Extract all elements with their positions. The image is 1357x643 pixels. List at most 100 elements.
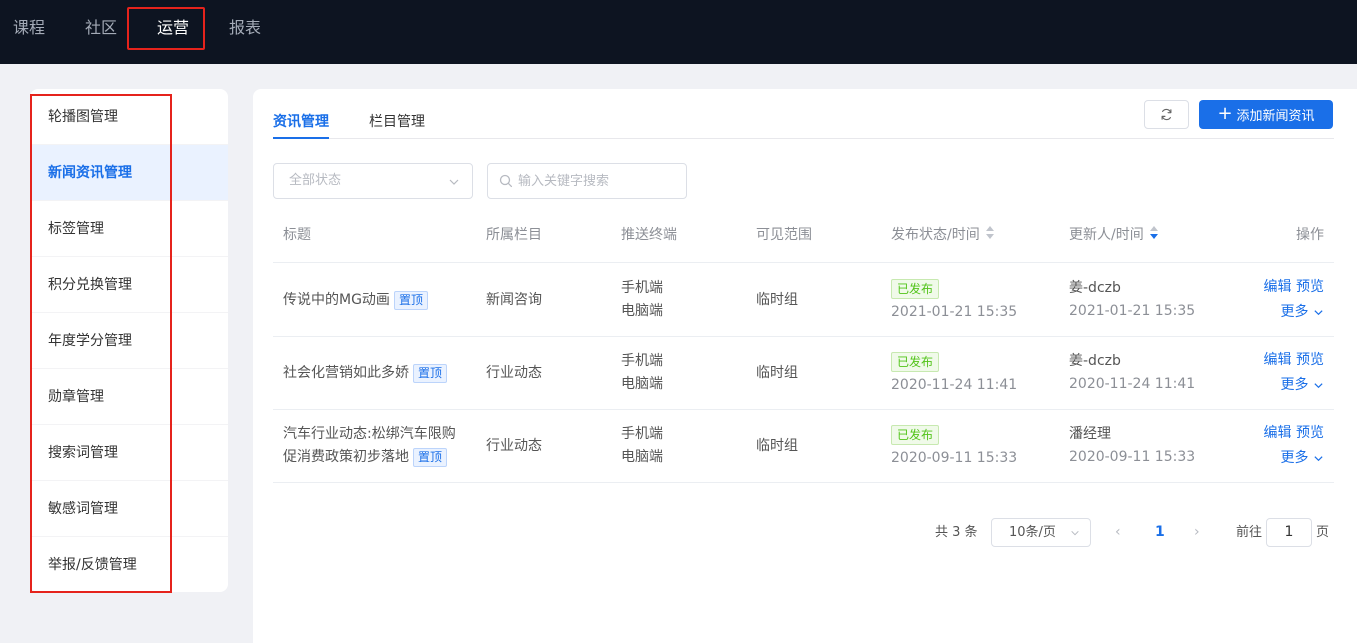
pagination-total: 共 3 条: [935, 525, 978, 540]
row-column: 新闻咨询: [486, 292, 542, 308]
sort-icon[interactable]: [985, 226, 994, 240]
updater-name: 潘经理: [1069, 426, 1111, 442]
row-title[interactable]: 传说中的MG动画 置顶: [283, 289, 428, 312]
publish-time: 2020-09-11 15:33: [891, 450, 1018, 466]
update-time: 2020-11-24 11:41: [1069, 376, 1196, 392]
row-terminals: 手机端 电脑端: [621, 350, 663, 396]
more-link[interactable]: 更多: [1281, 377, 1309, 393]
terminal-mobile: 手机端: [621, 426, 663, 442]
page-size-select[interactable]: 10条/页: [991, 518, 1091, 547]
goto-page-input[interactable]: 1: [1266, 518, 1312, 547]
pinned-tag: 置顶: [413, 363, 448, 383]
sidebar-item-carousel[interactable]: 轮播图管理: [30, 89, 228, 145]
row-updater: 姜-dczb 2020-11-24 11:41: [1069, 350, 1195, 396]
row-scope: 临时组: [756, 292, 798, 308]
row-publish: 已发布 2020-11-24 11:41: [891, 351, 1017, 397]
nav-highlight-box: [127, 7, 205, 50]
row-actions: 编辑 预览 更多: [1264, 421, 1324, 471]
sidebar-item-search-words[interactable]: 搜索词管理: [30, 425, 228, 481]
pinned-tag: 置顶: [413, 447, 448, 467]
terminal-mobile: 手机端: [621, 353, 663, 369]
publish-time: 2021-01-21 15:35: [891, 304, 1018, 320]
prev-page-button[interactable]: ‹: [1115, 518, 1121, 547]
header-scope: 可见范围: [756, 227, 812, 243]
terminal-mobile: 手机端: [621, 280, 663, 296]
edit-link[interactable]: 编辑: [1264, 352, 1292, 368]
row-updater: 姜-dczb 2021-01-21 15:35: [1069, 277, 1195, 323]
nav-item-reports[interactable]: 报表: [229, 17, 261, 39]
row-title-text: 汽车行业动态:松绑汽车限购: [283, 426, 456, 442]
nav-item-community[interactable]: 社区: [85, 17, 117, 39]
tab-news[interactable]: 资讯管理: [273, 111, 329, 131]
row-scope: 临时组: [756, 365, 798, 381]
tab-columns[interactable]: 栏目管理: [369, 111, 425, 131]
page-size-value: 10条/页: [1009, 525, 1056, 540]
header-actions: 操作: [1296, 227, 1324, 243]
sidebar-item-reports[interactable]: 举报/反馈管理: [30, 537, 228, 592]
update-time: 2020-09-11 15:33: [1069, 449, 1196, 465]
sidebar-item-points[interactable]: 积分兑换管理: [30, 257, 228, 313]
row-title-text-line2: 促消费政策初步落地: [283, 449, 409, 465]
sidebar: 轮播图管理 新闻资讯管理 标签管理 积分兑换管理 年度学分管理 勋章管理 搜索词…: [30, 89, 228, 592]
header-publish-label: 发布状态/时间: [891, 227, 980, 243]
table-header: 标题 所属栏目 推送终端 可见范围 发布状态/时间 更新人/时间 操作: [273, 207, 1334, 263]
row-title-text: 传说中的MG动画: [283, 292, 390, 308]
status-badge: 已发布: [891, 425, 940, 445]
status-badge: 已发布: [891, 352, 940, 372]
add-news-button[interactable]: + 添加新闻资讯: [1199, 100, 1333, 129]
refresh-icon: [1161, 108, 1172, 121]
status-select[interactable]: 全部状态: [273, 163, 473, 199]
nav-item-courses[interactable]: 课程: [13, 17, 45, 39]
preview-link[interactable]: 预览: [1296, 425, 1324, 441]
next-page-button[interactable]: ›: [1194, 518, 1200, 547]
updater-name: 姜-dczb: [1069, 353, 1121, 369]
updater-name: 姜-dczb: [1069, 280, 1121, 296]
goto-prefix: 前往: [1236, 525, 1263, 540]
chevron-down-icon: [448, 164, 460, 198]
header-terminal: 推送终端: [621, 227, 677, 243]
status-select-placeholder: 全部状态: [289, 173, 342, 188]
sidebar-item-credits[interactable]: 年度学分管理: [30, 313, 228, 369]
terminal-pc: 电脑端: [621, 376, 663, 392]
row-updater: 潘经理 2020-09-11 15:33: [1069, 423, 1195, 469]
row-actions: 编辑 预览 更多: [1264, 348, 1324, 398]
add-news-label: 添加新闻资讯: [1236, 109, 1315, 124]
row-scope: 临时组: [756, 438, 798, 454]
sidebar-item-sensitive-words[interactable]: 敏感词管理: [30, 481, 228, 537]
sort-desc-icon[interactable]: [1149, 226, 1158, 240]
search-input[interactable]: [518, 170, 678, 192]
publish-time: 2020-11-24 11:41: [891, 377, 1018, 393]
status-badge: 已发布: [891, 279, 940, 299]
preview-link[interactable]: 预览: [1296, 279, 1324, 295]
row-title[interactable]: 汽车行业动态:松绑汽车限购 促消费政策初步落地 置顶: [283, 423, 456, 469]
edit-link[interactable]: 编辑: [1264, 279, 1292, 295]
header-updater-label: 更新人/时间: [1069, 227, 1144, 243]
update-time: 2021-01-21 15:35: [1069, 303, 1196, 319]
top-nav: 课程 社区 运营 报表: [0, 0, 1357, 64]
row-terminals: 手机端 电脑端: [621, 277, 663, 323]
goto-suffix: 页: [1316, 525, 1330, 540]
sidebar-item-medals[interactable]: 勋章管理: [30, 369, 228, 425]
sidebar-item-tags[interactable]: 标签管理: [30, 201, 228, 257]
terminal-pc: 电脑端: [621, 303, 663, 319]
preview-link[interactable]: 预览: [1296, 352, 1324, 368]
terminal-pc: 电脑端: [621, 449, 663, 465]
main-panel: 资讯管理 栏目管理 + 添加新闻资讯 全部状态 标题 所属栏目 推送终端 可见范…: [253, 89, 1357, 643]
chevron-down-icon: [1070, 519, 1080, 546]
chevron-down-icon: [1314, 382, 1323, 388]
table-row: 汽车行业动态:松绑汽车限购 促消费政策初步落地 置顶 行业动态 手机端 电脑端 临…: [273, 410, 1334, 483]
more-link[interactable]: 更多: [1281, 304, 1309, 320]
row-title[interactable]: 社会化营销如此多娇 置顶: [283, 362, 448, 385]
page-number-current[interactable]: 1: [1155, 518, 1165, 547]
header-publish[interactable]: 发布状态/时间: [891, 207, 994, 263]
pinned-tag: 置顶: [393, 290, 428, 310]
sidebar-item-news[interactable]: 新闻资讯管理: [30, 145, 228, 201]
row-publish: 已发布 2020-09-11 15:33: [891, 424, 1017, 470]
header-updater[interactable]: 更新人/时间: [1069, 207, 1158, 263]
tab-active-indicator: [273, 137, 329, 139]
edit-link[interactable]: 编辑: [1264, 425, 1292, 441]
refresh-button[interactable]: [1144, 100, 1189, 129]
more-link[interactable]: 更多: [1281, 450, 1309, 466]
row-publish: 已发布 2021-01-21 15:35: [891, 278, 1017, 324]
row-column: 行业动态: [486, 438, 542, 454]
